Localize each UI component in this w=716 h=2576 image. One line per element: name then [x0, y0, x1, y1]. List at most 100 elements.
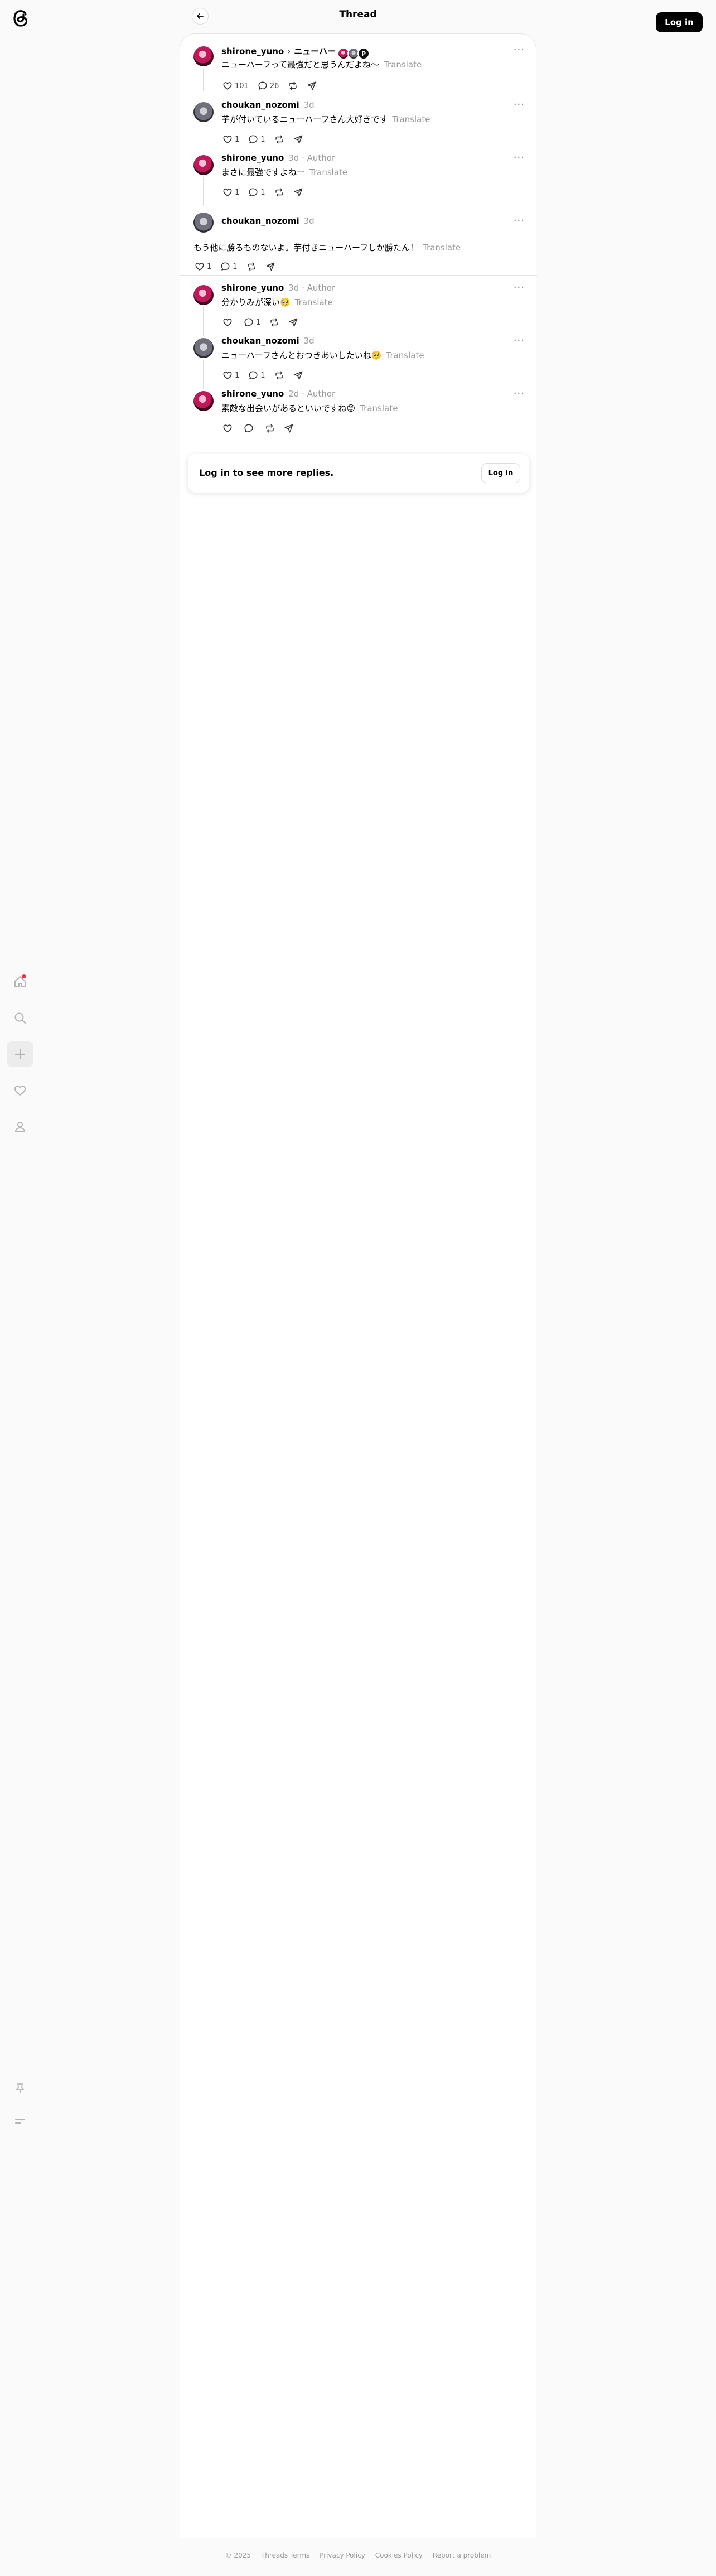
translate-link[interactable]: Translate — [392, 114, 430, 124]
send-icon — [294, 371, 303, 380]
repost-button[interactable] — [242, 258, 261, 275]
timestamp: 3d — [303, 100, 315, 110]
repost-icon — [289, 81, 297, 90]
comment-icon — [258, 81, 267, 90]
translate-link[interactable]: Translate — [360, 403, 398, 413]
timestamp: 3d — [303, 216, 315, 226]
footer-link-cookies[interactable]: Cookies Policy — [375, 2551, 423, 2559]
more-options-icon[interactable]: ··· — [514, 215, 525, 226]
share-button[interactable] — [289, 184, 308, 201]
username[interactable]: shirone_yuno — [221, 46, 284, 56]
timestamp: 3d — [288, 153, 299, 163]
username[interactable]: choukan_nozomi — [221, 216, 299, 226]
like-button[interactable] — [218, 314, 239, 331]
author-badge: Author — [307, 283, 336, 293]
login-button[interactable]: Log in — [656, 12, 703, 32]
reply-button[interactable]: 1 — [244, 367, 269, 384]
share-button[interactable] — [261, 258, 280, 275]
avatar[interactable] — [193, 285, 214, 305]
topic-tag[interactable]: ニューハー — [294, 46, 336, 56]
more-options-icon[interactable]: ··· — [514, 152, 525, 163]
reply-button[interactable]: 1 — [216, 258, 241, 275]
comment-icon — [249, 135, 258, 143]
more-participants-badge: P — [357, 47, 370, 60]
repost-button[interactable] — [270, 367, 289, 384]
sidebar-item-profile[interactable] — [7, 1114, 33, 1140]
send-icon — [294, 135, 303, 144]
avatar[interactable] — [193, 391, 214, 411]
like-button[interactable]: 101 — [218, 78, 253, 94]
avatar[interactable] — [193, 338, 214, 358]
reply-button[interactable]: 1 — [244, 131, 269, 148]
more-options-icon[interactable]: ··· — [514, 44, 525, 56]
username[interactable]: shirone_yuno — [221, 153, 284, 163]
translate-link[interactable]: Translate — [384, 60, 422, 70]
translate-link[interactable]: Translate — [309, 167, 347, 177]
repost-button[interactable] — [270, 184, 289, 201]
like-button[interactable]: 1 — [218, 184, 244, 201]
reply-count: 1 — [256, 318, 261, 327]
repost-button[interactable] — [283, 78, 302, 94]
avatar[interactable] — [193, 155, 214, 175]
reply-button[interactable] — [239, 420, 260, 437]
more-options-icon[interactable]: ··· — [514, 388, 525, 399]
post-actions: 1 1 — [218, 131, 308, 148]
search-icon — [14, 1012, 26, 1024]
repost-button[interactable] — [270, 131, 289, 148]
login-card-button[interactable]: Log in — [481, 463, 520, 483]
post-actions: 1 1 — [190, 258, 280, 275]
share-button[interactable] — [302, 78, 321, 94]
username[interactable]: choukan_nozomi — [221, 336, 299, 346]
share-button[interactable] — [289, 131, 308, 148]
avatar[interactable] — [193, 102, 214, 122]
like-count: 101 — [235, 81, 249, 90]
reply-button[interactable]: 1 — [244, 184, 269, 201]
footer-link-report[interactable]: Report a problem — [433, 2551, 491, 2559]
like-count: 1 — [235, 371, 240, 380]
send-icon — [289, 318, 298, 327]
post-text: 芋が付いているニューハーフさん大好きです — [221, 114, 388, 124]
more-options-icon[interactable]: ··· — [514, 335, 525, 346]
share-button[interactable] — [284, 314, 303, 331]
username[interactable]: choukan_nozomi — [221, 100, 299, 110]
translate-link[interactable]: Translate — [295, 297, 333, 307]
avatar[interactable] — [193, 46, 214, 66]
post-actions: 1 1 — [218, 184, 308, 201]
sidebar-item-home[interactable] — [7, 969, 33, 995]
participant-avatars[interactable]: P — [337, 47, 370, 60]
timestamp: 3d — [303, 336, 315, 346]
like-button[interactable]: 1 — [218, 131, 244, 148]
heart-icon — [223, 189, 232, 196]
repost-button[interactable] — [265, 314, 284, 331]
footer-link-privacy[interactable]: Privacy Policy — [320, 2551, 365, 2559]
repost-icon — [266, 424, 274, 433]
post-text: もう他に勝るものないよ。芋付きニューハーフしか勝たん！ — [193, 243, 419, 253]
post-text: 分かりみが深い🥹 — [221, 297, 291, 307]
like-count: 1 — [235, 135, 240, 144]
sidebar-pin[interactable] — [7, 2076, 33, 2101]
sidebar-menu[interactable] — [7, 2109, 33, 2134]
like-button[interactable] — [218, 420, 239, 437]
reply-count: 1 — [260, 371, 265, 380]
sidebar-item-create[interactable] — [7, 1041, 33, 1067]
reply-button[interactable]: 1 — [239, 314, 265, 331]
copyright: © 2025 — [225, 2551, 251, 2559]
like-button[interactable]: 1 — [190, 258, 216, 275]
username[interactable]: shirone_yuno — [221, 389, 284, 399]
like-button[interactable]: 1 — [218, 367, 244, 384]
translate-link[interactable]: Translate — [386, 350, 424, 360]
avatar[interactable] — [193, 213, 214, 233]
username[interactable]: shirone_yuno — [221, 283, 284, 293]
footer-link-terms[interactable]: Threads Terms — [261, 2551, 309, 2559]
reply-button[interactable]: 26 — [253, 78, 284, 94]
post-text: ニューハーフって最強だと思うんだよね～ — [221, 60, 380, 70]
heart-icon — [223, 319, 232, 326]
sidebar-item-activity[interactable] — [7, 1078, 33, 1103]
share-button[interactable] — [279, 420, 298, 437]
share-button[interactable] — [289, 367, 308, 384]
more-options-icon[interactable]: ··· — [514, 99, 525, 110]
more-options-icon[interactable]: ··· — [514, 282, 525, 293]
repost-button[interactable] — [260, 420, 279, 437]
translate-link[interactable]: Translate — [423, 243, 461, 253]
sidebar-item-search[interactable] — [7, 1005, 33, 1031]
